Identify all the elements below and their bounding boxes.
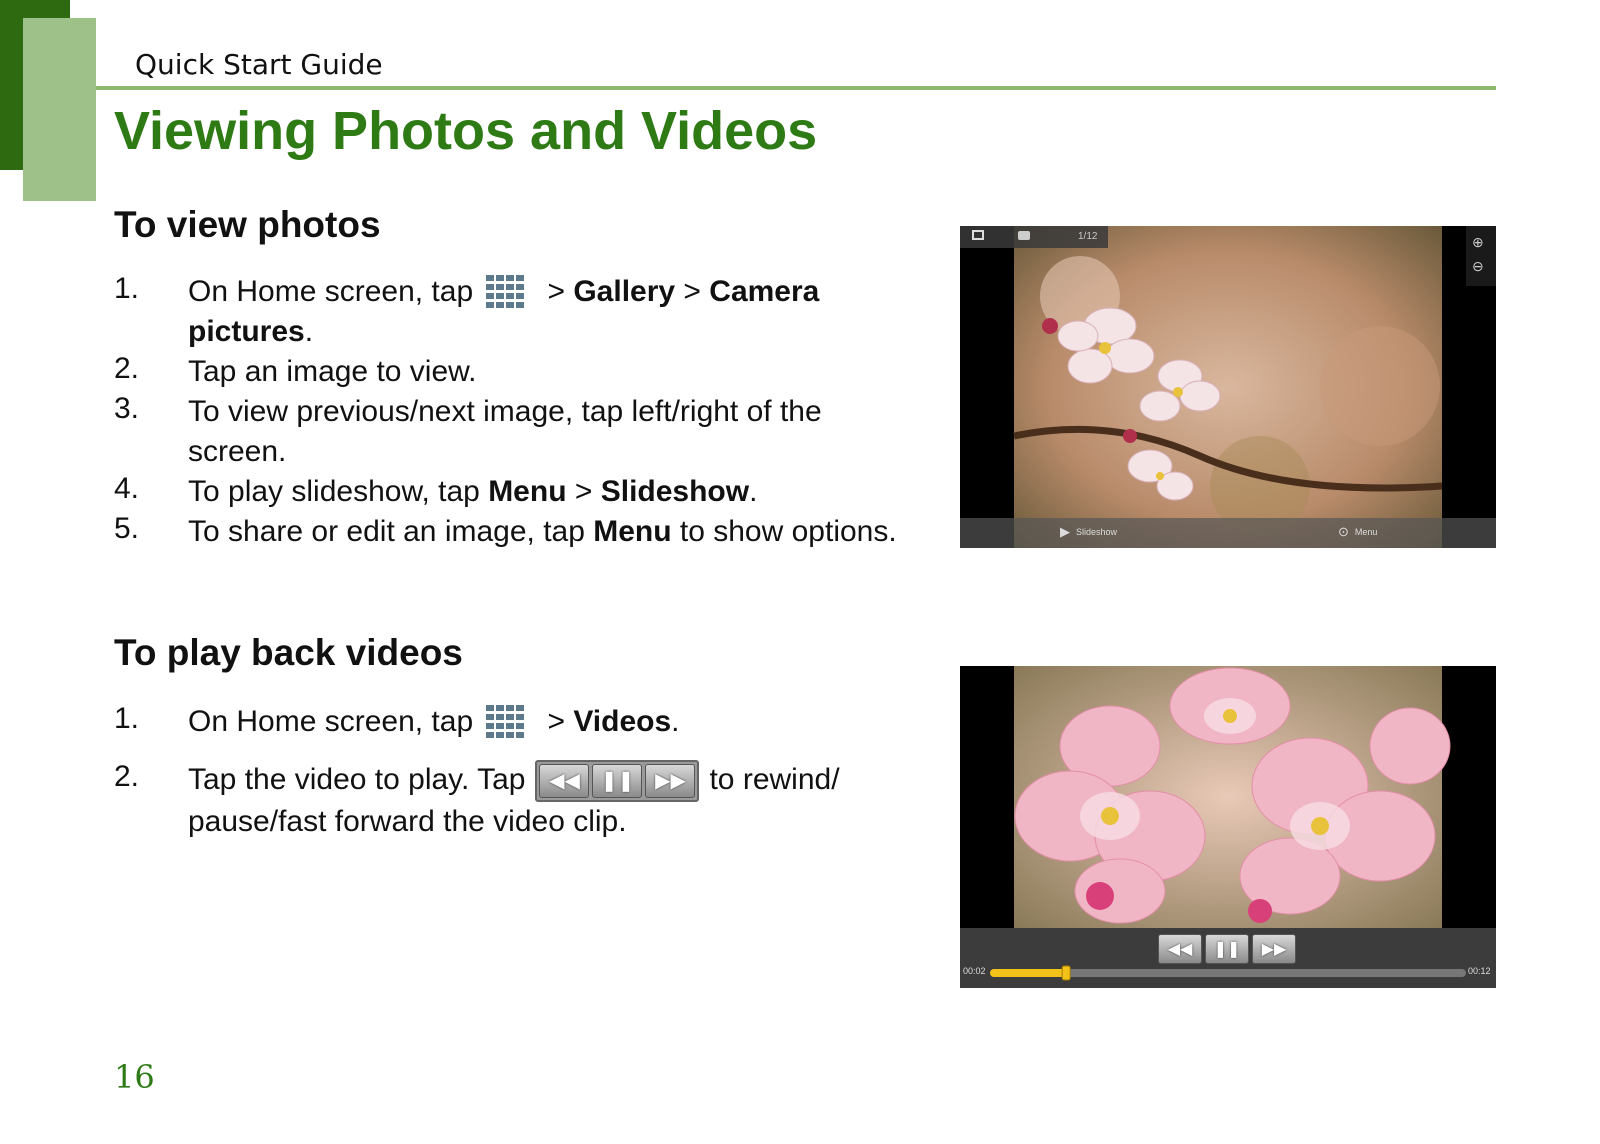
playback-controls: ◀◀ ❚❚ ▶▶ [535,760,700,803]
photos-heading: To view photos [114,204,381,245]
progress-fill [990,969,1067,977]
list-item: 4. To play slideshow, tap Menu > Slidesh… [114,472,904,512]
menu-button[interactable]: ⊙ Menu [1338,524,1377,540]
list-item: 2. Tap an image to view. [114,352,904,392]
step-text-part: to show options. [671,515,897,549]
list-item: 3. To view previous/next image, tap left… [114,392,904,472]
step-number: 1. [114,702,140,735]
step-text: Tap the video to play. Tap ◀◀ ❚❚ ▶▶ to rewin… [188,760,904,842]
corner-decoration-light [23,18,96,201]
fast-forward-icon: ▶▶ [645,764,696,799]
videos-heading: To play back videos [114,632,463,673]
video-screenshot: ◀◀ ❚❚ ▶▶ 00:02 00:12 [960,666,1496,988]
step-text-part: . [304,315,314,349]
list-item: 2. Tap the video to play. Tap ◀◀ ❚❚ ▶▶ to re… [114,760,904,842]
step-number: 5. [114,512,140,546]
page-title: Viewing Photos and Videos [114,101,818,161]
pause-icon[interactable]: ❚❚ [1205,934,1249,964]
step-text: On Home screen, tap > Gallery > Camera p… [188,272,904,352]
video-playback-controls: ◀◀ ❚❚ ▶▶ [1158,934,1296,964]
step-text-part: . [749,475,758,509]
zoom-in-icon[interactable]: ⊕ [1472,234,1484,251]
step-number: 3. [114,392,140,426]
step-text-part: > [539,275,574,308]
image-counter: 1/12 [1078,231,1098,242]
zoom-out-icon[interactable]: ⊖ [1472,258,1484,275]
step-number: 2. [114,760,140,794]
step-number: 4. [114,472,140,506]
step-text-part: On Home screen, tap [188,275,474,308]
step-text-part: To share or edit an image, tap [188,515,594,549]
apps-grid-icon [486,275,525,309]
step-text-part: > [675,275,710,308]
pause-icon: ❚❚ [592,764,643,799]
running-header: Quick Start Guide [135,48,383,81]
fast-forward-icon[interactable]: ▶▶ [1252,934,1296,964]
page-number: 16 [114,1058,155,1096]
rewind-icon[interactable]: ◀◀ [1158,934,1202,964]
step-text: To play slideshow, tap Menu > Slideshow. [188,472,904,512]
step-number: 1. [114,272,140,305]
total-duration: 00:12 [1468,966,1491,976]
step-text: To share or edit an image, tap Menu to s… [188,512,904,552]
step-text: Tap an image to view. [188,355,477,389]
list-item: 1. On Home screen, tap > Gallery > Camer… [114,272,904,352]
menu-label: Menu [488,475,567,509]
elapsed-time: 00:02 [963,966,986,976]
step-number: 2. [114,352,140,386]
list-item: 1. On Home screen, tap > Videos. [114,702,904,742]
menu-label: Menu [593,515,672,549]
step-text: On Home screen, tap > Videos. [188,702,904,742]
menu-icon: ⊙ [1338,524,1349,539]
header-rule [96,86,1496,90]
slideshow-button[interactable]: ▶ Slideshow [1060,524,1117,540]
play-icon: ▶ [1060,524,1070,539]
apps-grid-icon [486,705,525,739]
videos-steps: 1. On Home screen, tap > Videos. 2. Tap … [114,702,904,842]
step-text: To view previous/next image, tap left/ri… [188,395,822,469]
gallery-label: Gallery [573,275,676,308]
slideshow-label: Slideshow [600,475,750,509]
step-text-part: > [539,705,574,738]
step-text-part: Tap the video to play. Tap [188,763,526,797]
menu-button-label: Menu [1354,527,1378,537]
photos-steps: 1. On Home screen, tap > Gallery > Camer… [114,272,904,552]
step-text-part: To play slideshow, tap [188,475,489,509]
list-item: 5. To share or edit an image, tap Menu t… [114,512,904,552]
slideshow-button-label: Slideshow [1076,527,1118,537]
gallery-screenshot-art [960,226,1496,548]
gallery-icon[interactable] [972,230,984,240]
progress-scrubber[interactable] [1061,965,1071,981]
videos-label: Videos [573,705,672,738]
step-text-part: . [671,705,680,738]
step-text-part: On Home screen, tap [188,705,474,738]
gallery-screenshot: 1/12 ⊕ ⊖ ▶ Slideshow ⊙ Menu [960,226,1496,548]
camera-icon[interactable] [1018,231,1030,240]
step-text-part: > [566,475,601,509]
rewind-icon: ◀◀ [539,764,590,799]
